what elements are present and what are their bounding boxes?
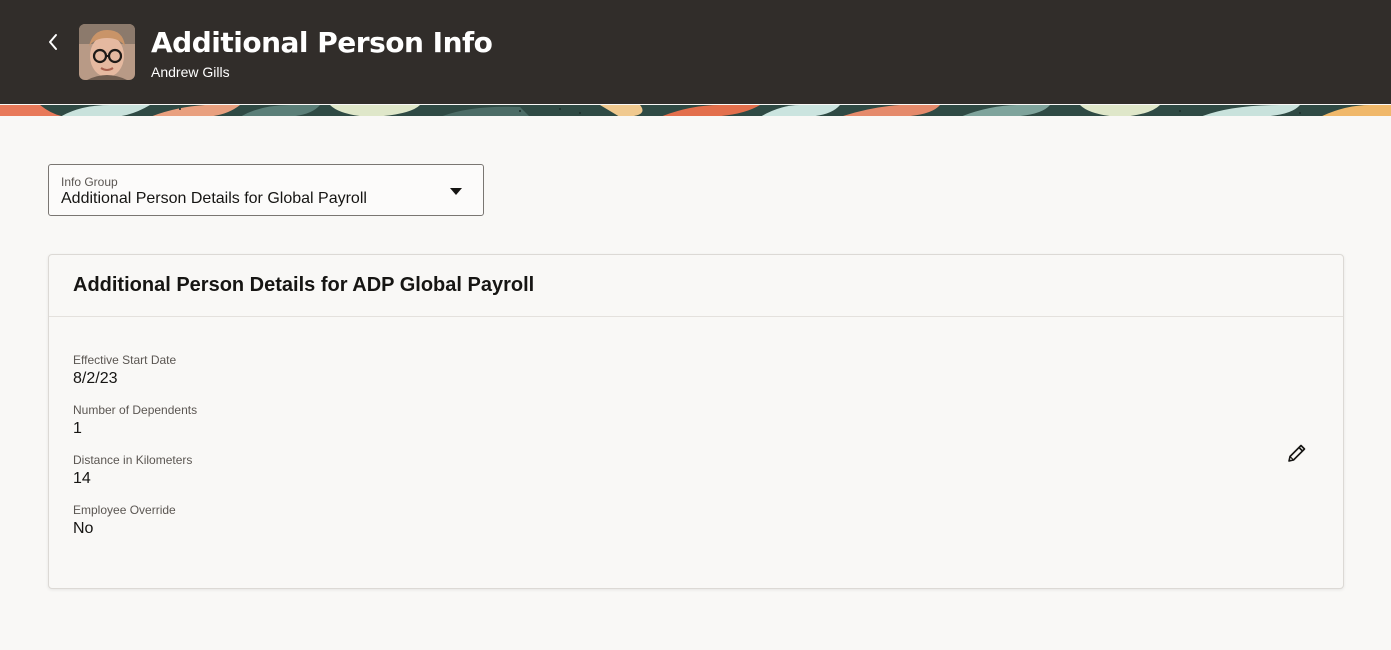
field-value: 1 (73, 420, 82, 437)
field-effective-start-date: Effective Start Date 8/2/23 (73, 353, 176, 389)
card-title: Additional Person Details for ADP Global… (73, 274, 535, 296)
field-value: 14 (73, 470, 91, 487)
chevron-left-icon (49, 34, 57, 50)
caret-down-icon (450, 188, 462, 195)
field-label: Employee Override (73, 503, 176, 517)
card-divider (49, 316, 1343, 317)
info-group-value: Additional Person Details for Global Pay… (61, 190, 367, 207)
back-button[interactable] (40, 28, 66, 56)
edit-button[interactable] (1283, 439, 1311, 467)
field-value: No (73, 520, 94, 537)
page-header: Additional Person Info Andrew Gills (0, 0, 1391, 104)
field-label: Effective Start Date (73, 353, 177, 367)
field-employee-override: Employee Override No (73, 503, 176, 539)
person-details-card: Additional Person Details for ADP Global… (48, 254, 1344, 589)
field-value: 8/2/23 (73, 370, 118, 387)
pencil-icon (1288, 444, 1306, 462)
decorative-banner (0, 104, 1391, 116)
person-name: Andrew Gills (151, 64, 230, 80)
field-label: Distance in Kilometers (73, 453, 193, 467)
field-number-of-dependents: Number of Dependents 1 (73, 403, 197, 439)
field-label: Number of Dependents (73, 403, 198, 417)
avatar (79, 24, 135, 80)
info-group-label: Info Group (61, 175, 118, 189)
field-distance-in-kilometers: Distance in Kilometers 14 (73, 453, 192, 489)
info-group-select[interactable]: Info Group Additional Person Details for… (48, 164, 484, 216)
page-title: Additional Person Info (151, 26, 493, 59)
